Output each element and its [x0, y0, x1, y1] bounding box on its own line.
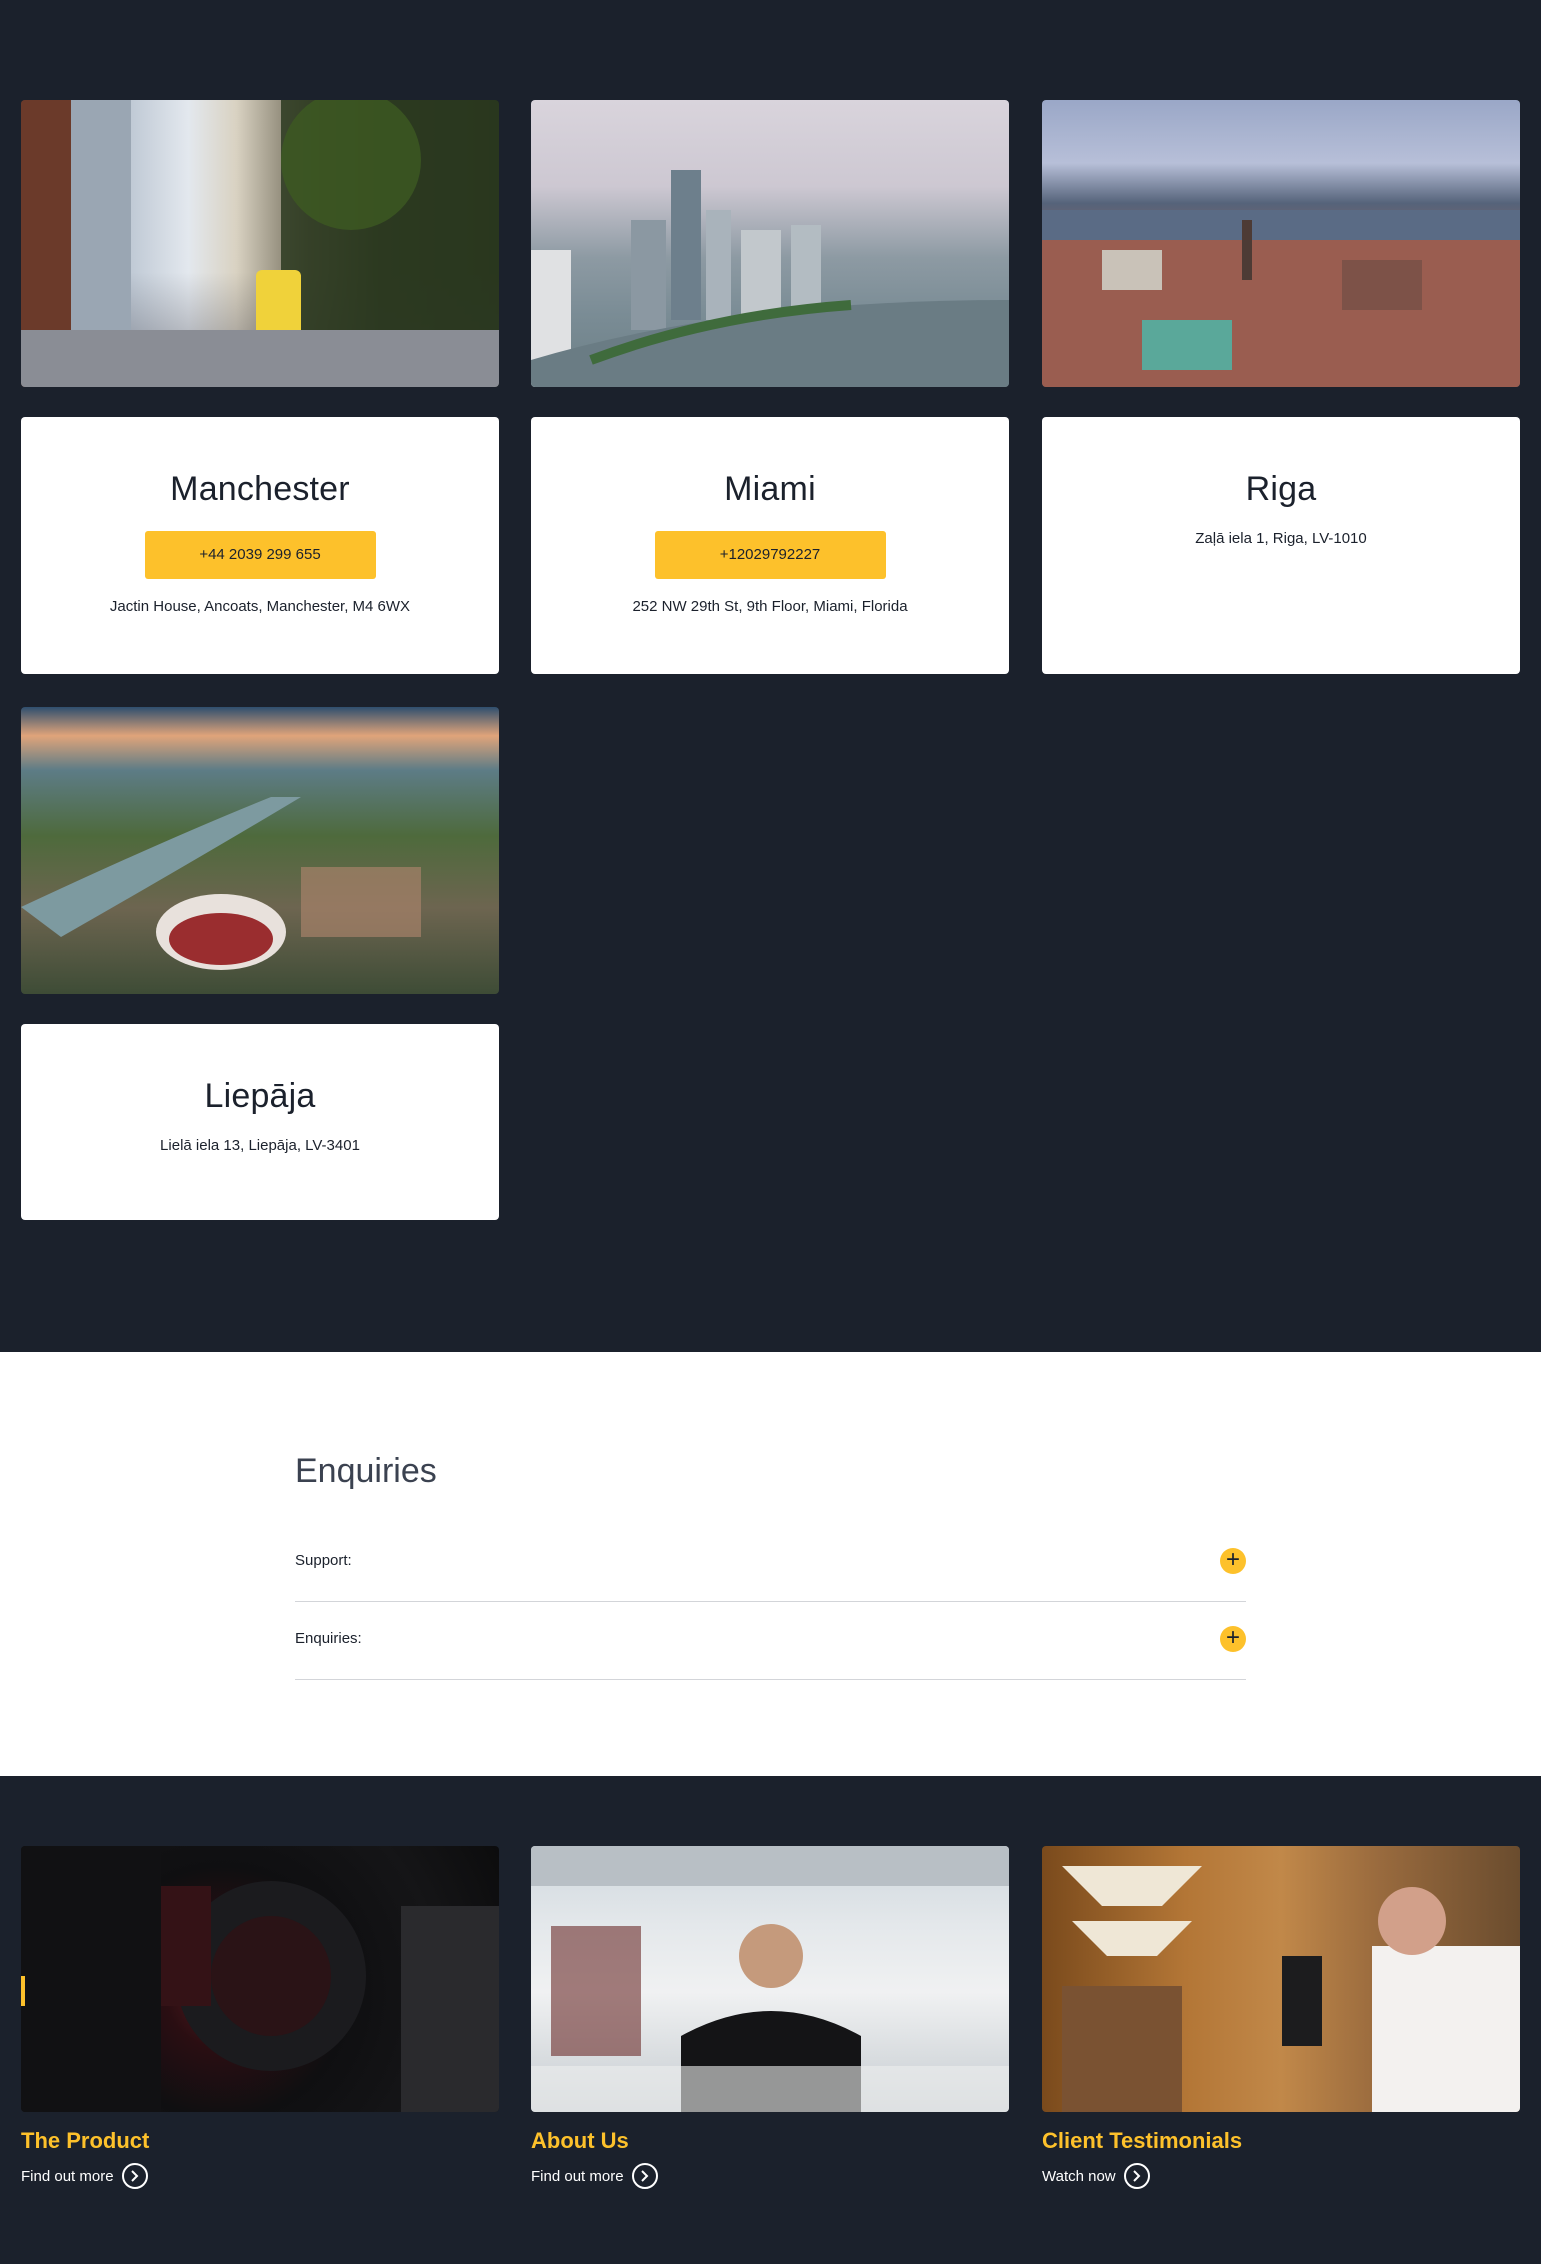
- accordion-label: Enquiries:: [295, 1630, 362, 1647]
- product-find-out-more-link[interactable]: Find out more: [21, 2163, 148, 2189]
- chevron-right-icon: [1123, 2163, 1150, 2189]
- accordion-label: Support:: [295, 1552, 352, 1569]
- link-label: Find out more: [531, 2167, 624, 2185]
- phone-button[interactable]: +12029792227: [654, 531, 886, 579]
- link-label: Watch now: [1042, 2167, 1116, 2185]
- about-us-photo[interactable]: [531, 1846, 1009, 2112]
- location-city: Miami: [724, 470, 816, 508]
- plus-icon[interactable]: +: [1220, 1548, 1246, 1574]
- miami-photo: [531, 100, 1009, 387]
- product-photo[interactable]: [21, 1846, 499, 2112]
- tile-title-product[interactable]: The Product: [21, 2128, 149, 2154]
- location-card-liepaja: Liepāja Lielā iela 13, Liepāja, LV-3401: [21, 1024, 499, 1220]
- tile-title-testimonials[interactable]: Client Testimonials: [1042, 2128, 1242, 2154]
- location-address: Lielā iela 13, Liepāja, LV-3401: [160, 1137, 360, 1154]
- enquiries-section: Enquiries Support: + Enquiries: +: [0, 1352, 1541, 1776]
- accordion-enquiries[interactable]: Enquiries: +: [295, 1602, 1246, 1680]
- location-card-manchester: Manchester +44 2039 299 655 Jactin House…: [21, 417, 499, 674]
- location-address: 252 NW 29th St, 9th Floor, Miami, Florid…: [632, 598, 908, 615]
- liepaja-photo: [21, 707, 499, 994]
- link-label: Find out more: [21, 2167, 114, 2185]
- plus-icon[interactable]: +: [1220, 1626, 1246, 1652]
- chevron-right-icon: [631, 2163, 658, 2189]
- tile-title-about[interactable]: About Us: [531, 2128, 629, 2154]
- location-city: Manchester: [170, 470, 350, 508]
- about-find-out-more-link[interactable]: Find out more: [531, 2163, 658, 2189]
- location-address: Zaļā iela 1, Riga, LV-1010: [1195, 530, 1367, 547]
- chevron-right-icon: [121, 2163, 148, 2189]
- manchester-photo: [21, 100, 499, 387]
- location-card-riga: Riga Zaļā iela 1, Riga, LV-1010: [1042, 417, 1520, 674]
- riga-photo: [1042, 100, 1520, 387]
- phone-button[interactable]: +44 2039 299 655: [144, 531, 376, 579]
- location-city: Liepāja: [204, 1077, 316, 1115]
- location-city: Riga: [1245, 470, 1317, 508]
- accordion-support[interactable]: Support: +: [295, 1524, 1246, 1602]
- location-address: Jactin House, Ancoats, Manchester, M4 6W…: [109, 598, 411, 615]
- enquiries-title: Enquiries: [295, 1452, 437, 1490]
- testimonials-watch-now-link[interactable]: Watch now: [1042, 2163, 1150, 2189]
- testimonials-photo[interactable]: [1042, 1846, 1520, 2112]
- location-card-miami: Miami +12029792227 252 NW 29th St, 9th F…: [531, 417, 1009, 674]
